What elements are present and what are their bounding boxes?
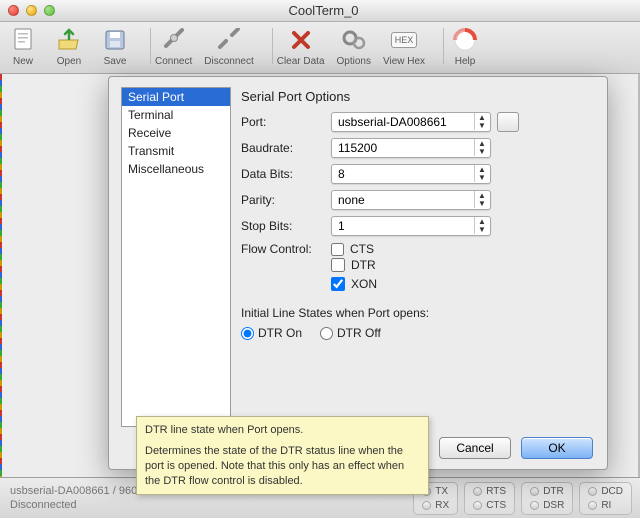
port-select[interactable]: usbserial-DA008661 (331, 112, 491, 132)
tooltip-title: DTR line state when Port opens. (145, 423, 420, 438)
baud-select[interactable]: 115200 (331, 138, 491, 158)
save-button[interactable]: Save (98, 26, 132, 67)
category-terminal[interactable]: Terminal (122, 106, 230, 124)
options-icon (340, 26, 368, 54)
disconnect-button[interactable]: Disconnect (204, 26, 253, 67)
titlebar: CoolTerm_0 (0, 0, 640, 22)
options-dialog: Serial Port Terminal Receive Transmit Mi… (108, 76, 608, 470)
options-panel: Serial Port Options Port: usbserial-DA00… (241, 87, 595, 431)
dtr-checkbox[interactable] (331, 258, 345, 272)
help-icon (451, 26, 479, 54)
dtr-on-label: DTR On (258, 326, 302, 340)
stopbits-select[interactable]: 1 (331, 216, 491, 236)
cts-checkbox[interactable] (331, 243, 344, 256)
port-label: Port: (241, 115, 331, 129)
port-rescan-button[interactable] (497, 112, 519, 132)
databits-select[interactable]: 8 (331, 164, 491, 184)
zoom-window-button[interactable] (44, 5, 55, 16)
new-button[interactable]: New (6, 26, 40, 67)
category-transmit[interactable]: Transmit (122, 142, 230, 160)
dtr-label: DTR (351, 258, 376, 272)
connect-icon (160, 26, 188, 54)
tooltip: DTR line state when Port opens. Determin… (136, 416, 429, 495)
category-list[interactable]: Serial Port Terminal Receive Transmit Mi… (121, 87, 231, 427)
rts-indicator: RTS (473, 486, 506, 497)
initial-heading: Initial Line States when Port opens: (241, 306, 595, 320)
chevron-updown-icon: ▲▼ (474, 113, 489, 130)
main-area: Serial Port Terminal Receive Transmit Mi… (0, 74, 640, 477)
parity-select[interactable]: none (331, 190, 491, 210)
ok-button[interactable]: OK (521, 437, 593, 459)
cancel-button[interactable]: Cancel (439, 437, 511, 459)
stopbits-label: Stop Bits: (241, 219, 331, 233)
clear-icon (287, 26, 315, 54)
close-window-button[interactable] (8, 5, 19, 16)
dcd-indicator: DCD (588, 486, 623, 497)
left-edge-decor (0, 74, 2, 477)
rx-indicator: RX (422, 500, 449, 511)
chevron-updown-icon: ▲▼ (474, 139, 489, 156)
dtr-indicator: DTR (530, 486, 564, 497)
options-heading: Serial Port Options (241, 89, 595, 104)
chevron-updown-icon: ▲▼ (474, 217, 489, 234)
open-button[interactable]: Open (52, 26, 86, 67)
cts-label: CTS (350, 242, 374, 256)
chevron-updown-icon: ▲▼ (474, 165, 489, 182)
dsr-indicator: DSR (530, 500, 564, 511)
save-icon (101, 26, 129, 54)
tooltip-body: Determines the state of the DTR status l… (145, 444, 420, 489)
dtr-off-label: DTR Off (337, 326, 381, 340)
hex-icon: HEX (390, 26, 418, 54)
dtr-off-radio[interactable] (320, 327, 333, 340)
parity-label: Parity: (241, 193, 331, 207)
dtr-on-radio[interactable] (241, 327, 254, 340)
category-misc[interactable]: Miscellaneous (122, 160, 230, 178)
help-button[interactable]: Help (448, 26, 482, 67)
toolbar: New Open Save Connect Disconnect Clear D… (0, 22, 640, 74)
options-button[interactable]: Options (337, 26, 371, 67)
viewhex-button[interactable]: HEX View Hex (383, 26, 425, 67)
xon-label: XON (351, 277, 377, 291)
baud-label: Baudrate: (241, 141, 331, 155)
clear-data-button[interactable]: Clear Data (277, 26, 325, 67)
connect-button[interactable]: Connect (155, 26, 192, 67)
flow-label: Flow Control: (241, 242, 331, 256)
chevron-updown-icon: ▲▼ (474, 191, 489, 208)
status-state: Disconnected (10, 499, 403, 511)
category-receive[interactable]: Receive (122, 124, 230, 142)
open-icon (55, 26, 83, 54)
cts-indicator: CTS (473, 500, 506, 511)
new-icon (9, 26, 37, 54)
minimize-window-button[interactable] (26, 5, 37, 16)
disconnect-icon (215, 26, 243, 54)
xon-checkbox[interactable] (331, 277, 345, 291)
category-serial-port[interactable]: Serial Port (122, 88, 230, 106)
window-title: CoolTerm_0 (55, 3, 640, 18)
databits-label: Data Bits: (241, 167, 331, 181)
ri-indicator: RI (588, 500, 623, 511)
